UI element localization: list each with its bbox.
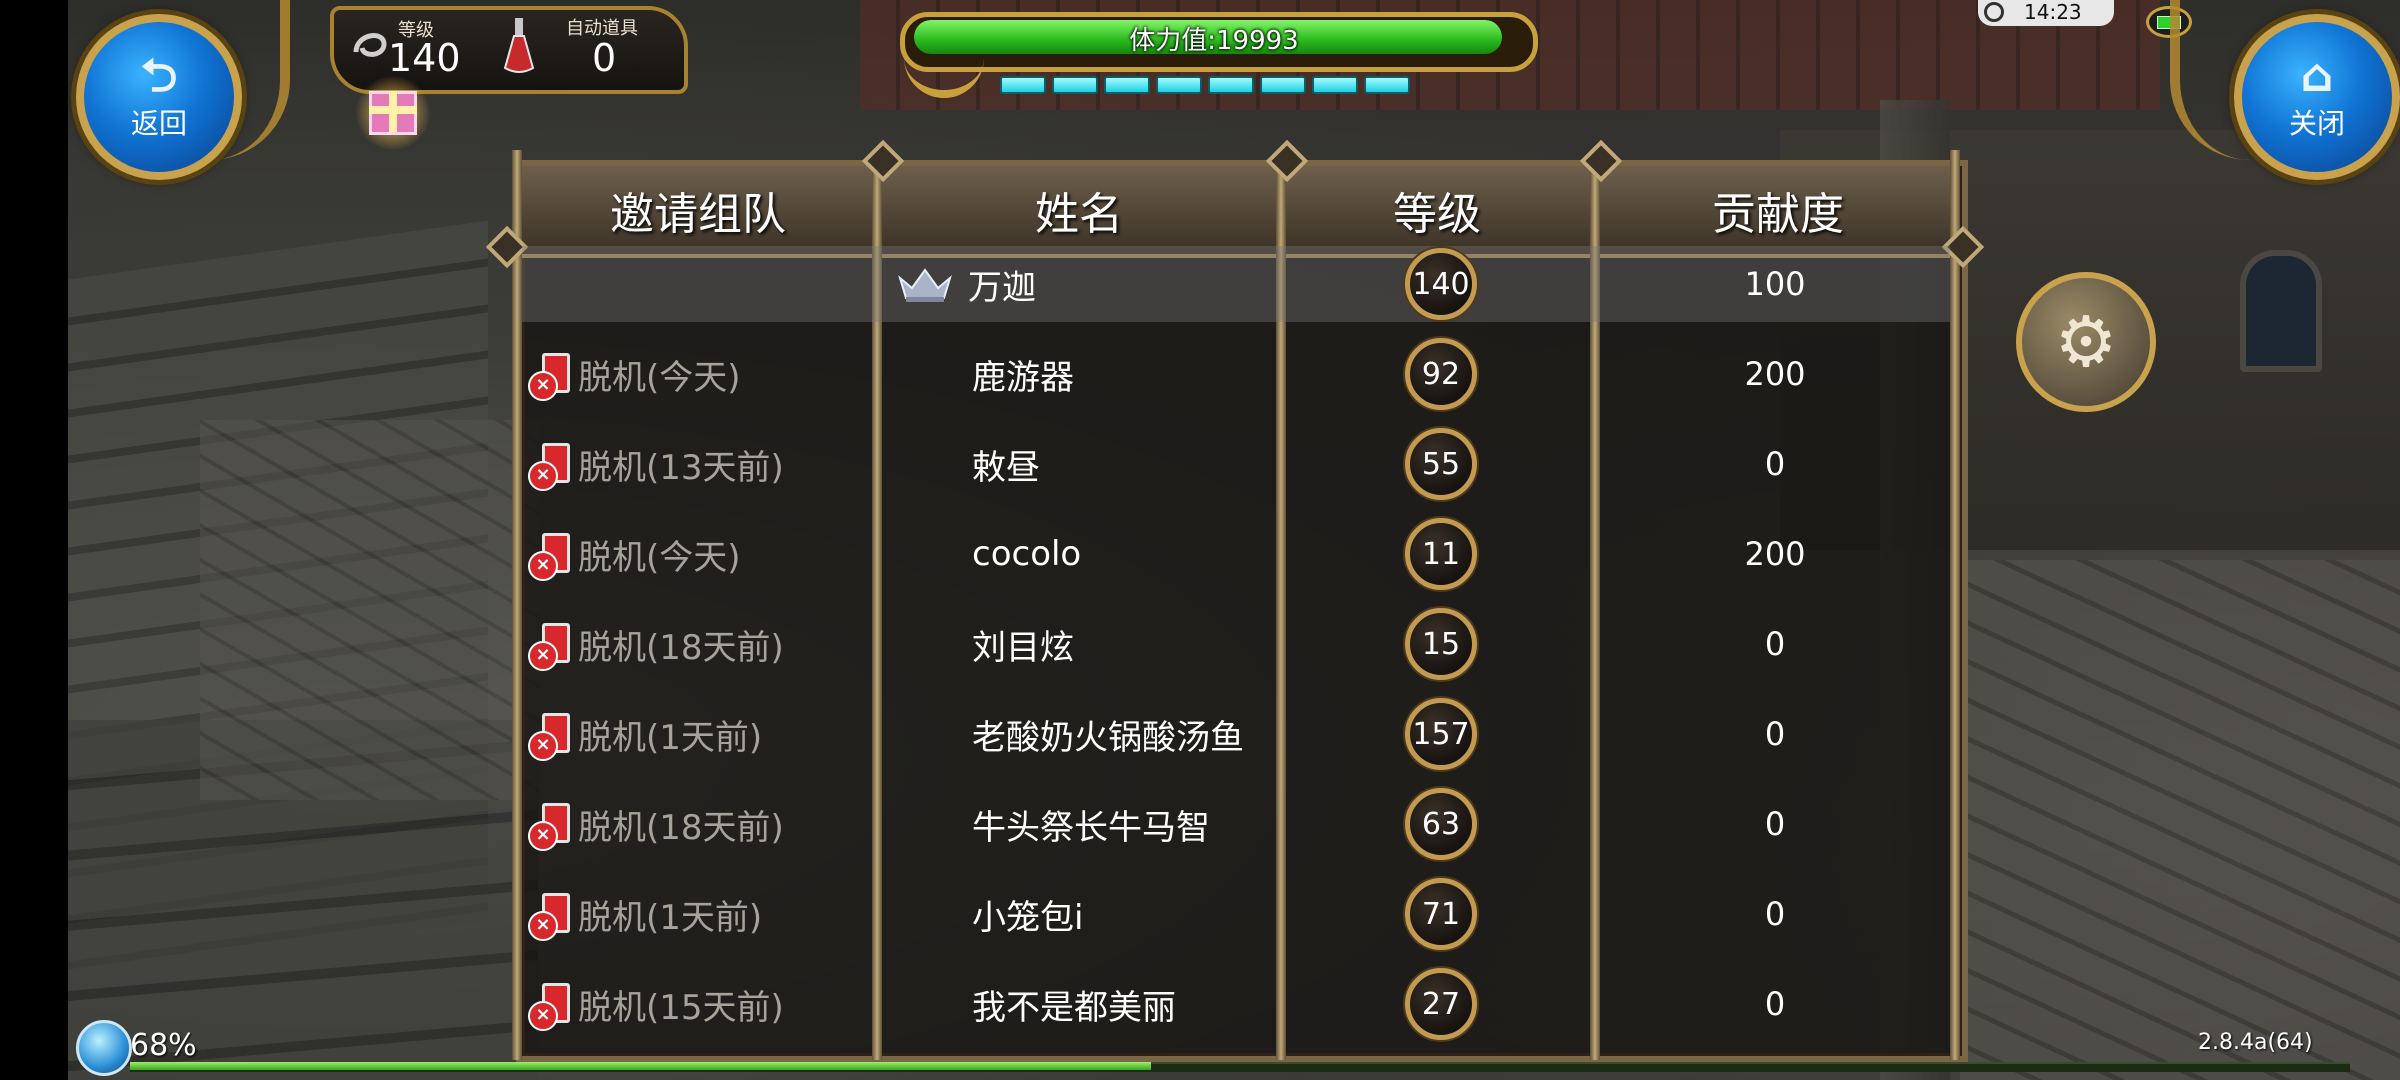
level-badge: 71 [1405, 878, 1477, 950]
level-badge: 55 [1405, 428, 1477, 500]
level-badge: 11 [1405, 518, 1477, 590]
level-badge: 63 [1405, 788, 1477, 860]
invite-status-cell[interactable]: × 脱机(15天前) [528, 959, 784, 1049]
level-cell: 63 [1405, 779, 1477, 869]
member-name: 鹿游器 [972, 357, 1074, 398]
network-percent: 68% [130, 1028, 197, 1063]
name-cell: 刘目炫 [972, 599, 1074, 689]
contribution-value: 0 [1764, 805, 1786, 843]
status-text: 脱机(15天前) [578, 987, 784, 1028]
member-list[interactable]: 万迦 140 100 × 脱机(今天) 鹿游器 92 200 × 脱机(13天前) 敕昼 55 0 × 脱机… [0, 0, 2400, 1050]
level-badge: 27 [1405, 968, 1477, 1040]
status-text: 脱机(今天) [578, 537, 741, 578]
invite-status-cell[interactable]: × 脱机(13天前) [528, 419, 784, 509]
name-cell: 我不是都美丽 [972, 959, 1176, 1049]
offline-phone-icon: × [528, 801, 572, 851]
contribution-value: 200 [1744, 535, 1806, 573]
contribution-value: 0 [1764, 445, 1786, 483]
level-cell: 71 [1405, 869, 1477, 959]
name-cell: 老酸奶火锅酸汤鱼 [972, 689, 1244, 779]
member-name: 敕昼 [972, 447, 1040, 488]
status-text: 脱机(18天前) [578, 807, 784, 848]
name-cell: cocolo [972, 509, 1081, 599]
level-badge: 15 [1405, 608, 1477, 680]
status-text: 脱机(13天前) [578, 447, 784, 488]
level-badge: 140 [1405, 248, 1477, 320]
contribution-value: 0 [1764, 985, 1786, 1023]
invite-status-cell[interactable]: × 脱机(今天) [528, 509, 741, 599]
member-name: 小笼包i [972, 897, 1084, 938]
contribution-value: 200 [1744, 355, 1806, 393]
contribution-value: 0 [1764, 625, 1786, 663]
level-cell: 15 [1405, 599, 1477, 689]
offline-phone-icon: × [528, 891, 572, 941]
status-text: 脱机(1天前) [578, 897, 763, 938]
level-badge: 157 [1405, 698, 1477, 770]
contribution-value: 0 [1764, 895, 1786, 933]
level-cell: 55 [1405, 419, 1477, 509]
offline-phone-icon: × [528, 711, 572, 761]
status-text: 脱机(18天前) [578, 627, 784, 668]
offline-phone-icon: × [528, 531, 572, 581]
member-name: 牛头祭长牛马智 [972, 807, 1210, 848]
level-cell: 157 [1405, 689, 1477, 779]
member-name: 万迦 [968, 267, 1036, 308]
offline-phone-icon: × [528, 351, 572, 401]
version-text: 2.8.4a(64) [2198, 1030, 2313, 1055]
invite-status-cell[interactable]: × 脱机(1天前) [528, 689, 762, 779]
xp-bar-fill [130, 1062, 1151, 1070]
offline-phone-icon: × [528, 981, 572, 1031]
invite-status-cell[interactable]: × 脱机(1天前) [528, 869, 762, 959]
crown-icon [898, 268, 952, 302]
contribution-value: 0 [1764, 715, 1786, 753]
offline-phone-icon: × [528, 621, 572, 671]
name-cell: 牛头祭长牛马智 [972, 779, 1210, 869]
level-cell: 140 [1405, 239, 1477, 329]
name-cell: 万迦 [896, 239, 1036, 329]
invite-status-cell[interactable]: × 脱机(18天前) [528, 599, 784, 689]
member-name: 刘目炫 [972, 627, 1074, 668]
contribution-value: 100 [1744, 265, 1806, 303]
name-cell: 鹿游器 [972, 329, 1074, 419]
level-cell: 27 [1405, 959, 1477, 1049]
level-cell: 11 [1405, 509, 1477, 599]
member-name: 老酸奶火锅酸汤鱼 [972, 717, 1244, 758]
invite-status-cell[interactable]: × 脱机(18天前) [528, 779, 784, 869]
level-cell: 92 [1405, 329, 1477, 419]
status-text: 脱机(1天前) [578, 717, 763, 758]
invite-status-cell[interactable]: × 脱机(今天) [528, 329, 741, 419]
name-cell: 小笼包i [972, 869, 1083, 959]
network-icon [76, 1020, 132, 1076]
member-name: cocolo [972, 534, 1082, 574]
member-name: 我不是都美丽 [972, 987, 1176, 1028]
offline-phone-icon: × [528, 441, 572, 491]
name-cell: 敕昼 [972, 419, 1040, 509]
status-text: 脱机(今天) [578, 357, 741, 398]
level-badge: 92 [1405, 338, 1477, 410]
